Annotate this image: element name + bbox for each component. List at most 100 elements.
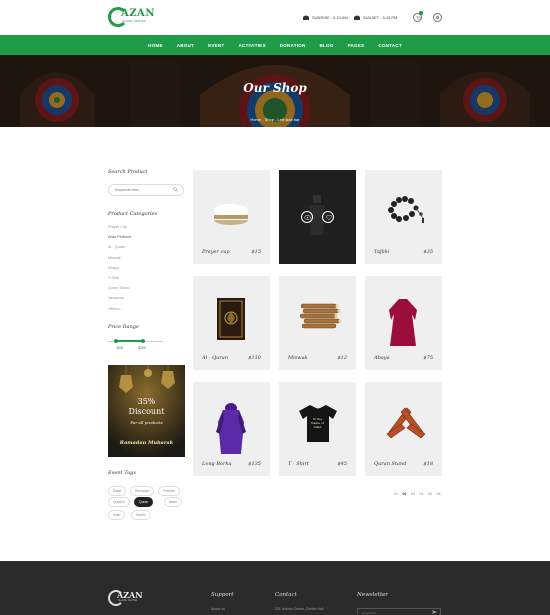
- nav-item-contact[interactable]: CONTACT: [371, 43, 409, 48]
- sunset-info: SUNSET : 5.43 PM: [354, 14, 397, 20]
- price-range-title: Price Range: [108, 324, 139, 330]
- product-price: $35: [423, 249, 433, 255]
- nav-item-home[interactable]: HOME: [141, 43, 170, 48]
- product-name[interactable]: Quran Stand: [374, 461, 406, 467]
- tag-chip[interactable]: Ramadan: [130, 486, 155, 496]
- sunrise-info: SUNRISE : 5.10 AM: [303, 14, 348, 20]
- search-button[interactable]: [433, 13, 442, 22]
- product-price: $18: [423, 461, 433, 467]
- tag-chip[interactable]: Zakat: [108, 486, 127, 496]
- product-card[interactable]: In the Name of Allah T - Shirt $45: [279, 382, 356, 476]
- tag-chip[interactable]: Iman: [108, 510, 126, 520]
- category-item[interactable]: Al - Quran: [108, 245, 125, 249]
- page-link[interactable]: 03: [411, 492, 415, 496]
- footer-newsletter-title: Newsletter: [357, 592, 388, 598]
- product-name[interactable]: Prayer cup: [202, 249, 230, 255]
- product-card[interactable]: Tajbhi $35: [365, 170, 442, 264]
- category-item[interactable]: Miswak: [108, 256, 121, 260]
- eye-icon: [304, 215, 311, 220]
- footer-address: 231 Islamic Center, Center Hall: [275, 607, 324, 611]
- tag-chip[interactable]: Quraish: [108, 497, 130, 507]
- main-nav: HOME ABOUT EVENT ACTIVITIES DONATION BLOG PAGE…: [0, 35, 550, 55]
- product-price: $75: [423, 355, 433, 361]
- cart-icon: [415, 16, 421, 20]
- cart-badge: [419, 11, 423, 15]
- category-item[interactable]: Prayer Cap: [108, 225, 127, 229]
- tag-chip[interactable]: Hadith: [131, 510, 151, 520]
- logo-subtitle: ISLAMIC CENTER: [122, 20, 146, 23]
- nav-item-blog[interactable]: BLOG: [312, 43, 340, 48]
- nav-item-about[interactable]: ABOUT: [170, 43, 201, 48]
- product-price: $12: [337, 355, 347, 361]
- page-link[interactable]: 01: [394, 492, 398, 496]
- product-price: $45: [337, 461, 347, 467]
- price-slider-fill: [116, 340, 143, 342]
- price-max-handle[interactable]: [141, 339, 145, 343]
- logo-text: AZAN: [121, 8, 155, 19]
- mosque-icon: [354, 14, 360, 20]
- search-icon[interactable]: [173, 187, 178, 192]
- promo-subtitle: For all products: [130, 420, 163, 425]
- sunset-text: SUNSET : 5.43 PM: [363, 14, 398, 20]
- page-link[interactable]: 05: [428, 492, 432, 496]
- product-card[interactable]: Miswak $12: [279, 276, 356, 370]
- logo[interactable]: AZAN ISLAMIC CENTER: [108, 7, 154, 29]
- newsletter-email-input[interactable]: [357, 608, 441, 615]
- category-item[interactable]: Jainamaz: [108, 296, 124, 300]
- tag-chip[interactable]: Quran: [134, 497, 154, 507]
- breadcrumb[interactable]: Home - Shop - Left side bar: [0, 117, 550, 122]
- product-card[interactable]: Al - Quran $110: [193, 276, 270, 370]
- product-name[interactable]: Abaya: [374, 355, 390, 361]
- categories-title: Product Categories: [108, 211, 158, 217]
- search-title: Search Product: [108, 169, 148, 175]
- product-card[interactable]: [279, 170, 356, 264]
- page-banner: Our Shop Home - Shop - Left side bar: [0, 55, 550, 127]
- mosque-icon: [303, 14, 309, 20]
- nav-item-pages[interactable]: PAGES: [341, 43, 372, 48]
- page-link[interactable]: 06: [437, 492, 441, 496]
- price-min-handle[interactable]: [114, 339, 118, 343]
- product-card[interactable]: Abaya $75: [365, 276, 442, 370]
- cart-button[interactable]: [413, 11, 423, 22]
- ramadan-promo-banner[interactable]: 35% Discount For all products Ramadan Mu…: [108, 365, 185, 457]
- footer-about-link[interactable]: About us: [211, 607, 225, 611]
- product-name[interactable]: Al - Quran: [202, 355, 228, 361]
- price-max-label: $290: [138, 346, 146, 350]
- product-name[interactable]: Tajbhi: [374, 249, 390, 255]
- page-title: Our Shop: [243, 81, 307, 95]
- tag-chip[interactable]: Faremik: [158, 486, 180, 496]
- send-icon[interactable]: [432, 610, 437, 614]
- top-header: AZAN ISLAMIC CENTER SUNRISE : 5.10 AM SU…: [0, 0, 550, 35]
- product-card[interactable]: Long Borka $135: [193, 382, 270, 476]
- sunrise-text: SUNRISE : 5.10 AM: [312, 14, 348, 20]
- page-link[interactable]: 02: [403, 492, 407, 496]
- add-to-wishlist-button[interactable]: [322, 211, 334, 223]
- category-item[interactable]: T-Shirt: [108, 276, 119, 280]
- quick-view-button[interactable]: [301, 211, 313, 223]
- product-card[interactable]: Prayer cup $15: [193, 170, 270, 264]
- nav-item-donation[interactable]: DONATION: [273, 43, 313, 48]
- footer-support-title: Support: [211, 592, 234, 598]
- footer-contact-title: Contact: [275, 592, 297, 598]
- nav-list: HOME ABOUT EVENT ACTIVITIES DONATION BLOG PAGE…: [0, 35, 550, 55]
- search-icon: [436, 16, 439, 19]
- product-price: $135: [248, 461, 261, 467]
- nav-item-event[interactable]: EVENT: [201, 43, 231, 48]
- category-item[interactable]: Quran Stand: [108, 286, 130, 290]
- footer-logo-subtitle: ISLAMIC CENTER: [118, 600, 138, 602]
- promo-ramadan-text: Ramadan Mubarak: [119, 440, 174, 446]
- product-price: $110: [248, 355, 261, 361]
- nav-item-activities[interactable]: ACTIVITIES: [231, 43, 272, 48]
- category-item[interactable]: Abaya: [108, 266, 119, 270]
- tag-chip[interactable]: Islam: [164, 497, 182, 507]
- price-min-label: $16: [117, 346, 123, 350]
- page-link[interactable]: 04: [420, 492, 424, 496]
- promo-percent: 35%: [137, 397, 156, 406]
- category-item[interactable]: Others...: [108, 307, 123, 311]
- product-card[interactable]: Quran Stand $18: [365, 382, 442, 476]
- category-item[interactable]: Attar Perfume: [108, 235, 131, 239]
- product-name[interactable]: Miswak: [288, 355, 308, 361]
- event-tags-title: Event Tags: [108, 470, 136, 476]
- product-name[interactable]: T - Shirt: [288, 461, 309, 467]
- product-name[interactable]: Long Borka: [202, 461, 231, 467]
